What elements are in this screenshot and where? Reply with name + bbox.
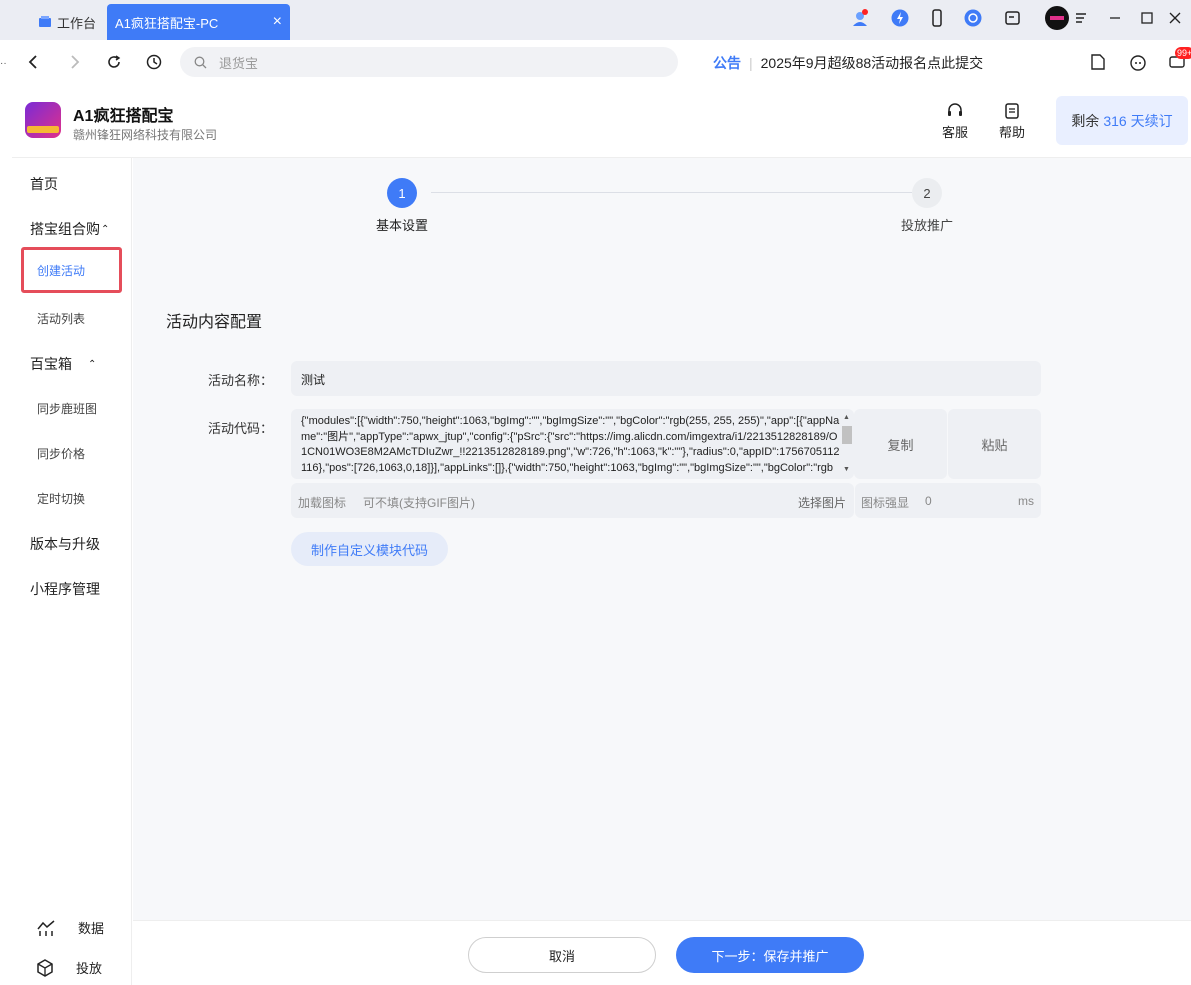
message-badge: 99+ (1175, 47, 1191, 59)
step-basic-settings[interactable]: 1 基本设置 (376, 178, 428, 234)
load-icon-placeholder: 可不填(支持GIF图片) (363, 496, 475, 510)
menu-icon[interactable] (1071, 8, 1091, 28)
sidebar-item-create-activity[interactable]: 创建活动 (21, 247, 122, 293)
sidebar: 首页 搭宝组合购 ⌃ 创建活动 活动列表 百宝箱 ⌃ 同步鹿班图 同步价格 定时… (12, 158, 132, 985)
maximize-icon[interactable] (1137, 8, 1157, 28)
activity-name-label: 活动名称： (207, 373, 273, 388)
close-tab-icon[interactable]: × (273, 13, 282, 31)
icon-delay-label: 图标强显 (861, 496, 910, 510)
cube-icon (37, 958, 53, 977)
scroll-down-icon[interactable]: ▼ (843, 466, 850, 473)
announcement[interactable]: 公告 | 2025年9月超级88活动报名点此提交 (713, 53, 983, 73)
code-scrollbar[interactable]: ▲ ▼ (840, 414, 852, 476)
sidebar-item-timed-switch[interactable]: 定时切换 (37, 490, 85, 507)
headset-icon (948, 103, 962, 116)
search-box[interactable]: 退货宝 (180, 47, 678, 77)
sidebar-item-treasure-box[interactable]: 百宝箱 ⌃ (30, 354, 96, 374)
renew-prefix: 剩余 (1071, 112, 1100, 129)
tab-workbench[interactable]: 工作台 (38, 4, 108, 40)
step-1-number: 1 (387, 178, 417, 208)
icon-delay-unit: ms (1018, 494, 1034, 508)
next-save-button[interactable]: 下一步：保存并推广 (676, 937, 864, 973)
scroll-up-icon[interactable]: ▲ (843, 414, 850, 421)
renew-suffix: 天续订 (1130, 112, 1173, 129)
document-icon[interactable] (1088, 52, 1108, 72)
renew-days: 316 (1103, 112, 1127, 129)
tab-active-label: A1疯狂搭配宝-PC (115, 15, 219, 31)
scroll-thumb[interactable] (842, 426, 852, 444)
history-icon[interactable] (143, 51, 165, 73)
tab-workbench-label: 工作台 (57, 15, 97, 31)
sidebar-create-activity-label: 创建活动 (37, 263, 86, 278)
user-status-icon[interactable] (850, 8, 870, 28)
step-launch-promotion[interactable]: 2 投放推广 (901, 178, 953, 234)
sidebar-item-sync-banner[interactable]: 同步鹿班图 (37, 400, 97, 417)
activity-code-value: {"modules":[{"width":750,"height":1063,"… (301, 415, 840, 474)
custom-module-button[interactable]: 制作自定义模块代码 (291, 532, 448, 566)
chart-icon (37, 919, 55, 936)
load-icon-label: 加载图标 (298, 496, 347, 510)
home-icon (39, 16, 51, 27)
paste-button[interactable]: 粘贴 (948, 409, 1041, 479)
app-header: A1疯狂搭配宝 赣州锋狂网络科技有限公司 客服 帮助 剩余 316 天续订 (12, 84, 1191, 158)
avatar[interactable] (1045, 6, 1069, 30)
footer-bar: 取消 下一步：保存并推广 (133, 920, 1191, 985)
step-2-number: 2 (912, 178, 942, 208)
select-image-button[interactable]: 选择图片 (798, 494, 846, 511)
chevron-up-icon: ⌃ (88, 358, 97, 370)
sidebar-item-version[interactable]: 版本与升级 (30, 534, 100, 554)
sidebar-group-buy-label: 搭宝组合购 (30, 221, 100, 237)
announcement-tag: 公告 (713, 55, 741, 71)
minimize-icon[interactable] (1105, 8, 1125, 28)
close-window-icon[interactable] (1165, 8, 1185, 28)
activity-name-value: 测试 (301, 373, 326, 387)
search-icon (194, 56, 207, 68)
main-content: 1 基本设置 2 投放推广 活动内容配置 活动名称： 测试 活动代码： {"mo… (133, 158, 1191, 920)
section-title: 活动内容配置 (166, 314, 263, 331)
renew-button[interactable]: 剩余 316 天续订 (1056, 96, 1188, 145)
help-doc-icon (1005, 103, 1019, 119)
back-icon[interactable] (23, 51, 45, 73)
sidebar-item-group-buy[interactable]: 搭宝组合购 ⌃ (30, 219, 109, 239)
app-logo (25, 102, 61, 138)
help-button[interactable]: 帮助 (999, 102, 1025, 141)
robot-icon[interactable] (1128, 52, 1148, 72)
lightning-icon[interactable] (890, 8, 910, 28)
sidebar-item-home[interactable]: 首页 (30, 174, 58, 194)
announcement-text: 2025年9月超级88活动报名点此提交 (760, 55, 984, 71)
sidebar-item-data[interactable]: 数据 (36, 918, 104, 937)
activity-name-input[interactable]: 测试 (291, 361, 1041, 396)
icon-delay-value: 0 (925, 494, 932, 508)
chevron-up-icon: ⌃ (101, 223, 110, 235)
sidebar-item-mini-program[interactable]: 小程序管理 (30, 579, 100, 599)
address-bar: 退货宝 公告 | 2025年9月超级88活动报名点此提交 99+ (0, 40, 1191, 84)
cancel-button[interactable]: 取消 (468, 937, 656, 973)
activity-code-label: 活动代码： (207, 421, 273, 436)
search-placeholder: 退货宝 (219, 55, 259, 71)
sidebar-launch-label: 投放 (76, 961, 103, 976)
tab-bar: 工作台 A1疯狂搭配宝-PC × (0, 0, 1191, 40)
sidebar-item-launch[interactable]: 投放 (36, 958, 102, 977)
sidebar-item-sync-price[interactable]: 同步价格 (37, 445, 85, 462)
help-label: 帮助 (999, 125, 1026, 140)
customer-service-label: 客服 (942, 125, 969, 140)
side-dots: ·· (0, 58, 7, 69)
customer-service-button[interactable]: 客服 (942, 102, 968, 141)
sidebar-treasure-box-label: 百宝箱 (30, 356, 72, 372)
announcement-divider: | (749, 55, 753, 71)
sidebar-item-activity-list[interactable]: 活动列表 (37, 310, 85, 327)
forward-icon[interactable] (63, 51, 85, 73)
tab-active-app[interactable]: A1疯狂搭配宝-PC × (107, 4, 290, 40)
step-1-label: 基本设置 (376, 218, 429, 233)
refresh-icon[interactable] (103, 51, 125, 73)
copy-button[interactable]: 复制 (854, 409, 947, 479)
step-2-label: 投放推广 (901, 218, 954, 233)
company-name: 赣州锋狂网络科技有限公司 (73, 128, 218, 142)
mobile-icon[interactable] (927, 8, 947, 28)
support-icon[interactable] (963, 8, 983, 28)
sidebar-data-label: 数据 (78, 921, 105, 936)
app-title: A1疯狂搭配宝 (73, 108, 174, 125)
edit-note-icon[interactable] (1003, 8, 1023, 28)
step-connector (431, 192, 912, 193)
